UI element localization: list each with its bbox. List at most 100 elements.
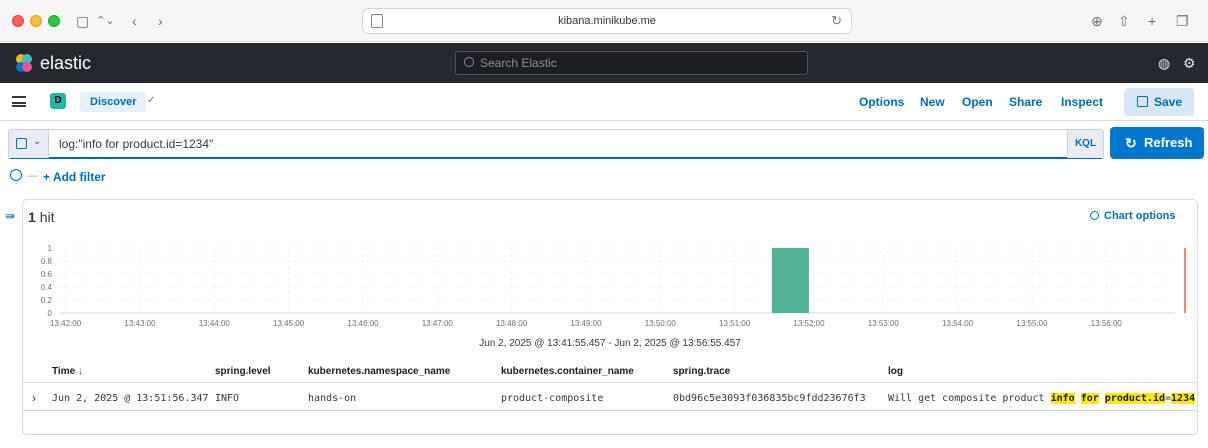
space-avatar[interactable]: D — [50, 93, 66, 109]
refresh-icon: ↻ — [1125, 135, 1137, 151]
url-text: kibana.minikube.me — [558, 15, 656, 27]
cell-trace: 0bd96c5e3093f036835bc9fdd23676f3 — [673, 393, 866, 404]
chart-options-label: Chart options — [1104, 210, 1176, 222]
reload-icon[interactable]: ↻ — [831, 13, 842, 29]
log-highlight-product-id: product.id — [1104, 393, 1165, 404]
x-tick-label: 13:47:00 — [422, 319, 454, 328]
sort-desc-icon[interactable]: ↓ — [78, 366, 83, 377]
log-highlight-for: for — [1080, 393, 1099, 404]
filter-icon[interactable] — [10, 169, 22, 181]
log-highlight-info: info — [1050, 393, 1075, 404]
options-link[interactable]: Options — [859, 95, 904, 109]
gear-icon — [1090, 211, 1099, 220]
expand-row-icon[interactable]: › — [32, 391, 36, 405]
save-icon — [1137, 96, 1148, 107]
x-tick-label: 13:52:00 — [793, 319, 825, 328]
add-filter-link[interactable]: + Add filter — [43, 170, 106, 184]
open-link[interactable]: Open — [962, 95, 993, 109]
user-menu-icon[interactable]: ⚙ — [1183, 55, 1196, 72]
chevron-down-icon[interactable]: ✓ — [147, 95, 155, 106]
x-tick-label: 13:53:00 — [868, 319, 900, 328]
tab-overview-icon[interactable]: ⌃⌄ — [96, 11, 114, 31]
brand-name[interactable]: elastic — [40, 53, 91, 74]
download-icon[interactable]: ⊕ — [1091, 11, 1103, 31]
table-header-divider — [22, 382, 1198, 383]
y-tick-label: 1 — [48, 244, 53, 253]
app-bar: D Discover ✓ Options New Open Share Insp… — [0, 83, 1208, 121]
x-tick-label: 13:46:00 — [347, 319, 379, 328]
tabs-icon[interactable]: ❐ — [1176, 11, 1189, 31]
elastic-logo-icon[interactable] — [14, 53, 34, 73]
cell-container: product-composite — [501, 393, 604, 404]
y-tick-label: 0.4 — [41, 283, 53, 292]
time-header-label: Time — [52, 366, 76, 377]
x-tick-label: 13:51:00 — [719, 319, 751, 328]
x-tick-label: 13:54:00 — [942, 319, 974, 328]
new-tab-icon[interactable]: + — [1148, 11, 1156, 31]
log-highlight-1234: 1234 — [1171, 393, 1196, 404]
column-header-log[interactable]: log — [888, 366, 903, 377]
address-bar[interactable]: kibana.minikube.me ↻ — [362, 8, 852, 34]
back-icon[interactable]: ‹ — [132, 11, 137, 31]
column-header-trace[interactable]: spring.trace — [673, 366, 730, 377]
sidebar-icon[interactable]: ▢ — [76, 11, 89, 31]
x-tick-label: 13:43:00 — [124, 319, 156, 328]
x-tick-label: 13:56:00 — [1091, 319, 1123, 328]
column-header-namespace[interactable]: kubernetes.namespace_name — [308, 366, 450, 377]
hit-label: hit — [39, 209, 55, 225]
refresh-button[interactable]: ↻ Refresh — [1110, 127, 1204, 159]
search-icon — [464, 57, 474, 67]
save-icon — [16, 138, 27, 149]
column-header-time[interactable]: Time ↓ — [52, 366, 83, 377]
x-tick-label: 13:48:00 — [496, 319, 528, 328]
histogram-bar — [771, 248, 809, 313]
cell-namespace: hands-on — [308, 393, 357, 404]
query-bar[interactable]: ⌄ log:"info for product.id=1234" KQL — [8, 129, 1104, 159]
collapse-sidebar-icon[interactable]: ⇛ — [5, 209, 15, 223]
saved-query-button[interactable]: ⌄ — [9, 130, 49, 158]
browser-toolbar: ▢ ⌃⌄ ‹ › kibana.minikube.me ↻ ⊕ ⇧ + ❐ — [0, 0, 1208, 42]
breadcrumb-discover[interactable]: Discover — [80, 92, 147, 112]
y-tick-label: 0.6 — [41, 270, 53, 279]
zoom-window-button[interactable] — [48, 15, 60, 27]
inspect-link[interactable]: Inspect — [1061, 95, 1103, 109]
table-row-divider — [22, 410, 1198, 411]
global-search-input[interactable]: Search Elastic — [455, 51, 808, 75]
x-tick-label: 13:45:00 — [273, 319, 305, 328]
column-header-container[interactable]: kubernetes.container_name — [501, 366, 634, 377]
search-placeholder: Search Elastic — [480, 56, 557, 70]
x-tick-label: 13:49:00 — [570, 319, 602, 328]
y-tick-label: 0.2 — [41, 296, 53, 305]
share-link[interactable]: Share — [1009, 95, 1042, 109]
refresh-label: Refresh — [1144, 135, 1193, 150]
time-range-label: Jun 2, 2025 @ 13:41:55.457 - Jun 2, 2025… — [479, 338, 741, 349]
y-tick-label: 0 — [48, 309, 53, 318]
column-header-level[interactable]: spring.level — [215, 366, 271, 377]
forward-icon[interactable]: › — [158, 11, 163, 31]
log-prefix: Will get composite product — [888, 393, 1051, 404]
menu-icon[interactable] — [12, 96, 26, 107]
x-tick-label: 13:50:00 — [645, 319, 677, 328]
help-icon[interactable]: ◍ — [1158, 55, 1170, 72]
new-link[interactable]: New — [920, 95, 945, 109]
kql-toggle[interactable]: KQL — [1067, 130, 1103, 158]
save-button[interactable]: Save — [1124, 88, 1194, 116]
cell-log: Will get composite product info for prod… — [888, 393, 1196, 404]
hit-number: 1 — [28, 209, 36, 225]
filter-divider: — — [27, 170, 38, 182]
query-input[interactable]: log:"info for product.id=1234" — [59, 137, 213, 151]
chart-options-button[interactable]: Chart options — [1090, 210, 1176, 222]
close-window-button[interactable] — [12, 15, 24, 27]
x-tick-label: 13:44:00 — [199, 319, 231, 328]
cell-time: Jun 2, 2025 @ 13:51:56.347 — [52, 393, 209, 404]
y-tick-label: 0.8 — [41, 257, 53, 266]
chevron-down-icon: ⌄ — [33, 136, 42, 147]
save-label: Save — [1154, 95, 1183, 109]
x-tick-label: 13:55:00 — [1016, 319, 1048, 328]
share-icon[interactable]: ⇧ — [1118, 11, 1130, 31]
hit-count: 1 hit — [28, 209, 54, 225]
elastic-header: elastic Search Elastic ◍ ⚙ — [0, 43, 1208, 83]
histogram-chart[interactable]: 0 0.2 0.4 0.6 0.8 1 13:42:00 13:43:00 13:44:00 13… — [22, 236, 1198, 336]
minimize-window-button[interactable] — [30, 15, 42, 27]
x-tick-label: 13:42:00 — [50, 319, 82, 328]
